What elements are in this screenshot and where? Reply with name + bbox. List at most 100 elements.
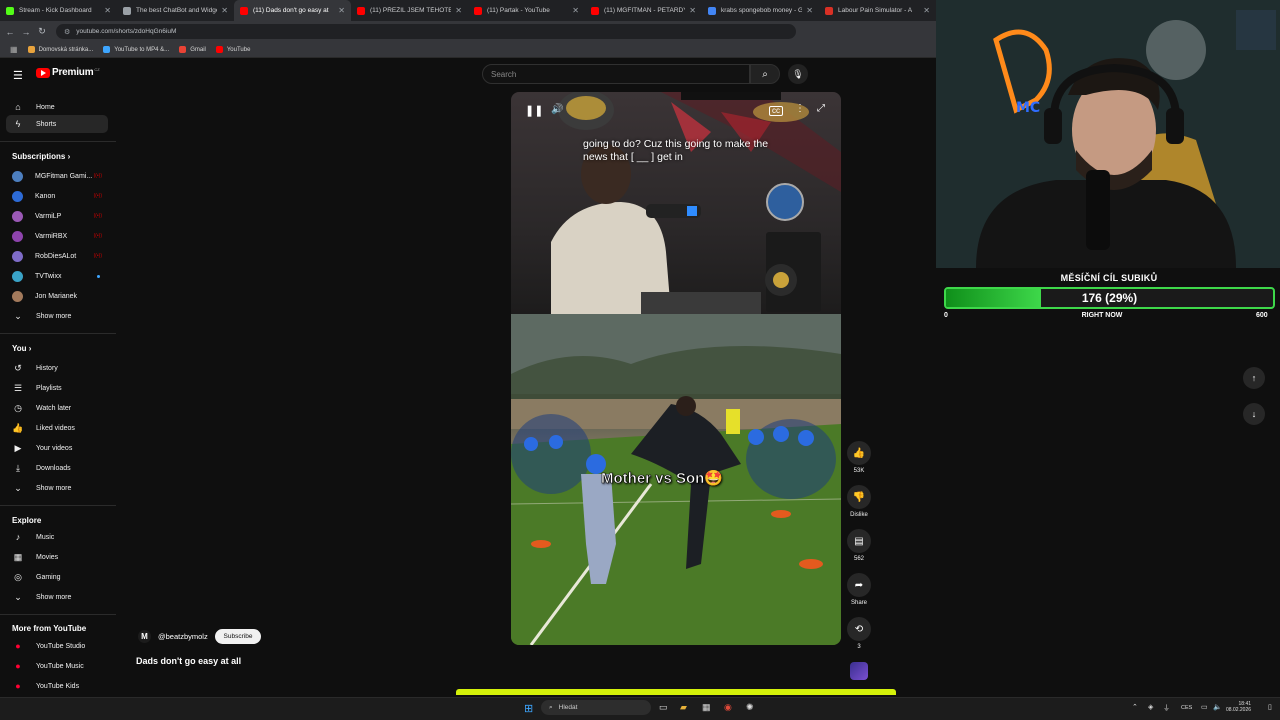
captions-icon[interactable]: cc [769, 106, 783, 116]
thumbs-up-icon[interactable]: 👍 [847, 441, 871, 465]
show-more-explore[interactable]: ⌄ Show more [6, 588, 108, 606]
file-explorer-icon[interactable]: ▰ [680, 702, 687, 713]
dislike-action[interactable]: 👎 Dislike [846, 485, 872, 518]
bookmark-item[interactable]: Gmail [179, 46, 206, 53]
windows-start-icon[interactable]: ⊞ [524, 702, 533, 715]
show-more-you[interactable]: ⌄ Show more [6, 479, 108, 497]
language-indicator[interactable]: CES [1181, 705, 1192, 711]
search-button[interactable]: ⌕ [750, 64, 780, 84]
sidebar-item-home[interactable]: ⌂ Home [6, 98, 108, 116]
comment-icon[interactable]: ▤ [847, 529, 871, 553]
close-icon[interactable]: ✕ [221, 6, 228, 15]
tray-overflow-icon[interactable]: ⌃ [1132, 703, 1138, 711]
sidebar-item-gaming[interactable]: ◎ Gaming [6, 568, 108, 586]
sidebar-item-movies[interactable]: ▦ Movies [6, 548, 108, 566]
chrome-icon[interactable]: ◉ [724, 702, 732, 713]
sidebar-item-more-youtube[interactable]: ● YouTube Studio [6, 637, 108, 655]
bookmark-item[interactable]: YouTube to MP4 &... [103, 46, 169, 53]
sidebar-item-liked-videos[interactable]: 👍 Liked videos [6, 419, 108, 437]
hamburger-menu-icon[interactable]: ☰ [13, 69, 23, 82]
close-icon[interactable]: ✕ [806, 6, 813, 15]
taskbar-search[interactable]: ⌕ Hledat [541, 700, 651, 715]
volume-tray-icon[interactable]: 🔈 [1213, 703, 1222, 711]
pause-icon[interactable]: ❚❚ [525, 104, 543, 117]
browser-tab[interactable]: krabs spongebob money - Goo ✕ [702, 0, 819, 21]
sidebar-item-history[interactable]: ↺ History [6, 359, 108, 377]
sidebar-item-music[interactable]: ♪ Music [6, 528, 108, 546]
remix-action[interactable]: ⟲ 3 [846, 617, 872, 650]
sidebar-item-playlists[interactable]: ☰ Playlists [6, 379, 108, 397]
subscriptions-heading[interactable]: Subscriptions › [12, 152, 70, 161]
browser-tab[interactable]: (11) PŘEŽIL JSEM TĚHOTENSTVÍ✕ [351, 0, 468, 21]
search-input[interactable]: Search [482, 64, 750, 84]
back-icon[interactable]: ← [4, 27, 16, 37]
you-heading[interactable]: You › [12, 344, 31, 353]
sidebar-item-label: YouTube Studio [36, 642, 86, 650]
close-icon[interactable]: ✕ [923, 6, 930, 15]
browser-tab[interactable]: The best ChatBot and Widgets ✕ [117, 0, 234, 21]
sidebar-item-shorts[interactable]: ϟ Shorts [6, 115, 108, 133]
close-icon[interactable]: ✕ [338, 6, 345, 15]
notifications-icon[interactable]: ▯ [1268, 703, 1272, 711]
clock[interactable]: 18:41 08.02.2026 [1226, 701, 1251, 713]
browser-tab[interactable]: (11) Dads don't go easy at ✕ [234, 0, 351, 21]
heading-text: Subscriptions [12, 152, 66, 161]
sidebar-item-more-youtube[interactable]: ● YouTube Music [6, 657, 108, 675]
share-icon[interactable]: ➦ [847, 573, 871, 597]
apps-icon[interactable]: ▦ [10, 45, 18, 54]
subscription-item[interactable]: VarmiRBX ((•)) [6, 227, 108, 245]
bookmark-item[interactable]: Domovská stránka... [27, 46, 93, 53]
browser-tab[interactable]: (11) Partak - YouTube ✕ [468, 0, 585, 21]
subscription-item[interactable]: Kanon ((•)) [6, 187, 108, 205]
task-view-icon[interactable]: ▭ [659, 702, 668, 713]
browser-tab[interactable]: Labour Pain Simulator - A ✕ [819, 0, 936, 21]
forward-icon[interactable]: → [20, 27, 32, 37]
tray-usb-icon[interactable]: ⏚ [1163, 703, 1170, 713]
thumbs-down-icon[interactable]: 👎 [847, 485, 871, 509]
more-options-icon[interactable]: ⋮ [795, 103, 805, 114]
chevron-down-icon: ⌄ [14, 482, 22, 493]
sound-thumbnail[interactable] [850, 662, 868, 680]
address-bar[interactable]: ⚙ youtube.com/shorts/zdoHqGn6iuM [56, 24, 796, 39]
previous-short-button[interactable]: ↑ [1243, 367, 1265, 389]
reload-icon[interactable]: ↻ [36, 26, 48, 37]
voice-search-button[interactable]: 🎙 [788, 64, 808, 84]
shorts-video-player[interactable]: ❚❚ 🔊 cc ⋮ ⤢ going to do? Cuz this going … [511, 92, 841, 645]
app-icon[interactable]: ✺ [746, 702, 754, 713]
close-icon[interactable]: ✕ [572, 6, 579, 15]
remix-icon[interactable]: ⟲ [847, 617, 871, 641]
share-action[interactable]: ➦ Share [846, 573, 872, 606]
subscription-item[interactable]: VarmiLP ((•)) [6, 207, 108, 225]
subscription-item[interactable]: Jon Marianek [6, 287, 108, 305]
new-content-dot [97, 274, 100, 278]
bookmark-item[interactable]: YouTube [215, 46, 250, 53]
close-icon[interactable]: ✕ [455, 6, 462, 15]
youtube-premium-logo[interactable]: Premium CZ [36, 67, 100, 78]
downloads-icon: ⤓ [16, 462, 20, 473]
store-icon[interactable]: ▦ [702, 702, 711, 713]
tray-app-icon[interactable]: ◈ [1148, 703, 1153, 711]
like-action[interactable]: 👍 53K [846, 441, 872, 474]
sidebar-item-downloads[interactable]: ⤓ Downloads [6, 459, 108, 477]
close-icon[interactable]: ✕ [104, 6, 111, 15]
site-info-icon[interactable]: ⚙ [64, 28, 70, 36]
sidebar-item-watch-later[interactable]: ◷ Watch later [6, 399, 108, 417]
next-short-button[interactable]: ↓ [1243, 403, 1265, 425]
subscribe-button[interactable]: Subscribe [215, 629, 261, 644]
sidebar-item-more-youtube[interactable]: ● YouTube Kids [6, 677, 108, 695]
subscription-item[interactable]: MGFitman Gami... ((•)) [6, 167, 108, 185]
browser-tab[interactable]: (11) MGFITMAN - PETARDY BR✕ [585, 0, 702, 21]
comments-action[interactable]: ▤ 562 [846, 529, 872, 562]
close-icon[interactable]: ✕ [689, 6, 696, 15]
country-code: CZ [94, 67, 100, 72]
browser-tab[interactable]: Stream - Kick Dashboard ✕ [0, 0, 117, 21]
volume-icon[interactable]: 🔊 [551, 104, 563, 115]
sidebar-item-your-videos[interactable]: ▶ Your videos [6, 439, 108, 457]
show-more-subscriptions[interactable]: ⌄ Show more [6, 307, 108, 325]
subscription-item[interactable]: TVTwixx [6, 267, 108, 285]
channel-handle[interactable]: @beatzbymolz [158, 632, 208, 641]
subscription-item[interactable]: RobDiesALot ((•)) [6, 247, 108, 265]
channel-avatar[interactable]: M [138, 630, 151, 643]
network-icon[interactable]: ▭ [1201, 703, 1208, 711]
fullscreen-icon[interactable]: ⤢ [817, 103, 825, 114]
